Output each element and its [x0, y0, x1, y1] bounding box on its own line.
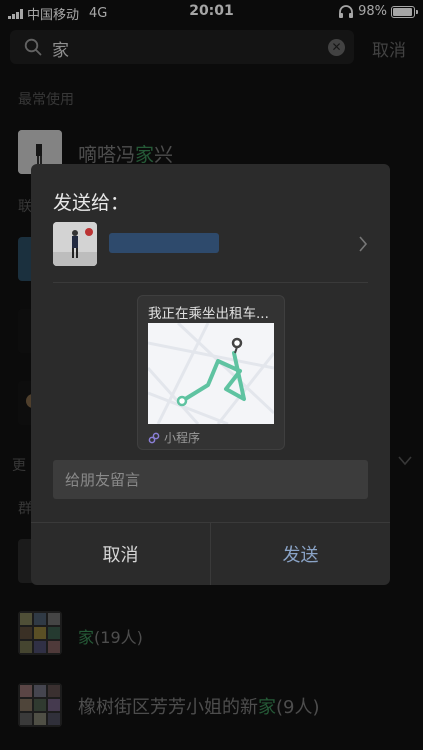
- mini-program-icon: [148, 432, 160, 443]
- card-footer: 小程序: [148, 429, 200, 446]
- card-title: 我正在乘坐出租车...: [148, 306, 269, 322]
- divider: [53, 282, 368, 283]
- message-field-wrapper: [53, 460, 368, 499]
- send-to-dialog: 发送给： 我正在乘坐出租车... 小程序 给朋友留言 取消 发送: [31, 164, 390, 585]
- card-source-label: 小程序: [164, 431, 201, 445]
- dialog-title: 发送给：: [53, 192, 130, 214]
- route-map-image: [148, 323, 274, 424]
- recipient-avatar[interactable]: [53, 222, 97, 266]
- cancel-button[interactable]: 取消: [31, 523, 211, 585]
- message-input[interactable]: [53, 460, 368, 499]
- chevron-right-icon[interactable]: [358, 236, 368, 252]
- mini-program-card[interactable]: 我正在乘坐出租车... 小程序: [137, 295, 285, 450]
- recipient-name-redacted[interactable]: [109, 233, 219, 253]
- send-button[interactable]: 发送: [211, 523, 390, 585]
- dialog-button-bar: 取消 发送: [31, 522, 390, 585]
